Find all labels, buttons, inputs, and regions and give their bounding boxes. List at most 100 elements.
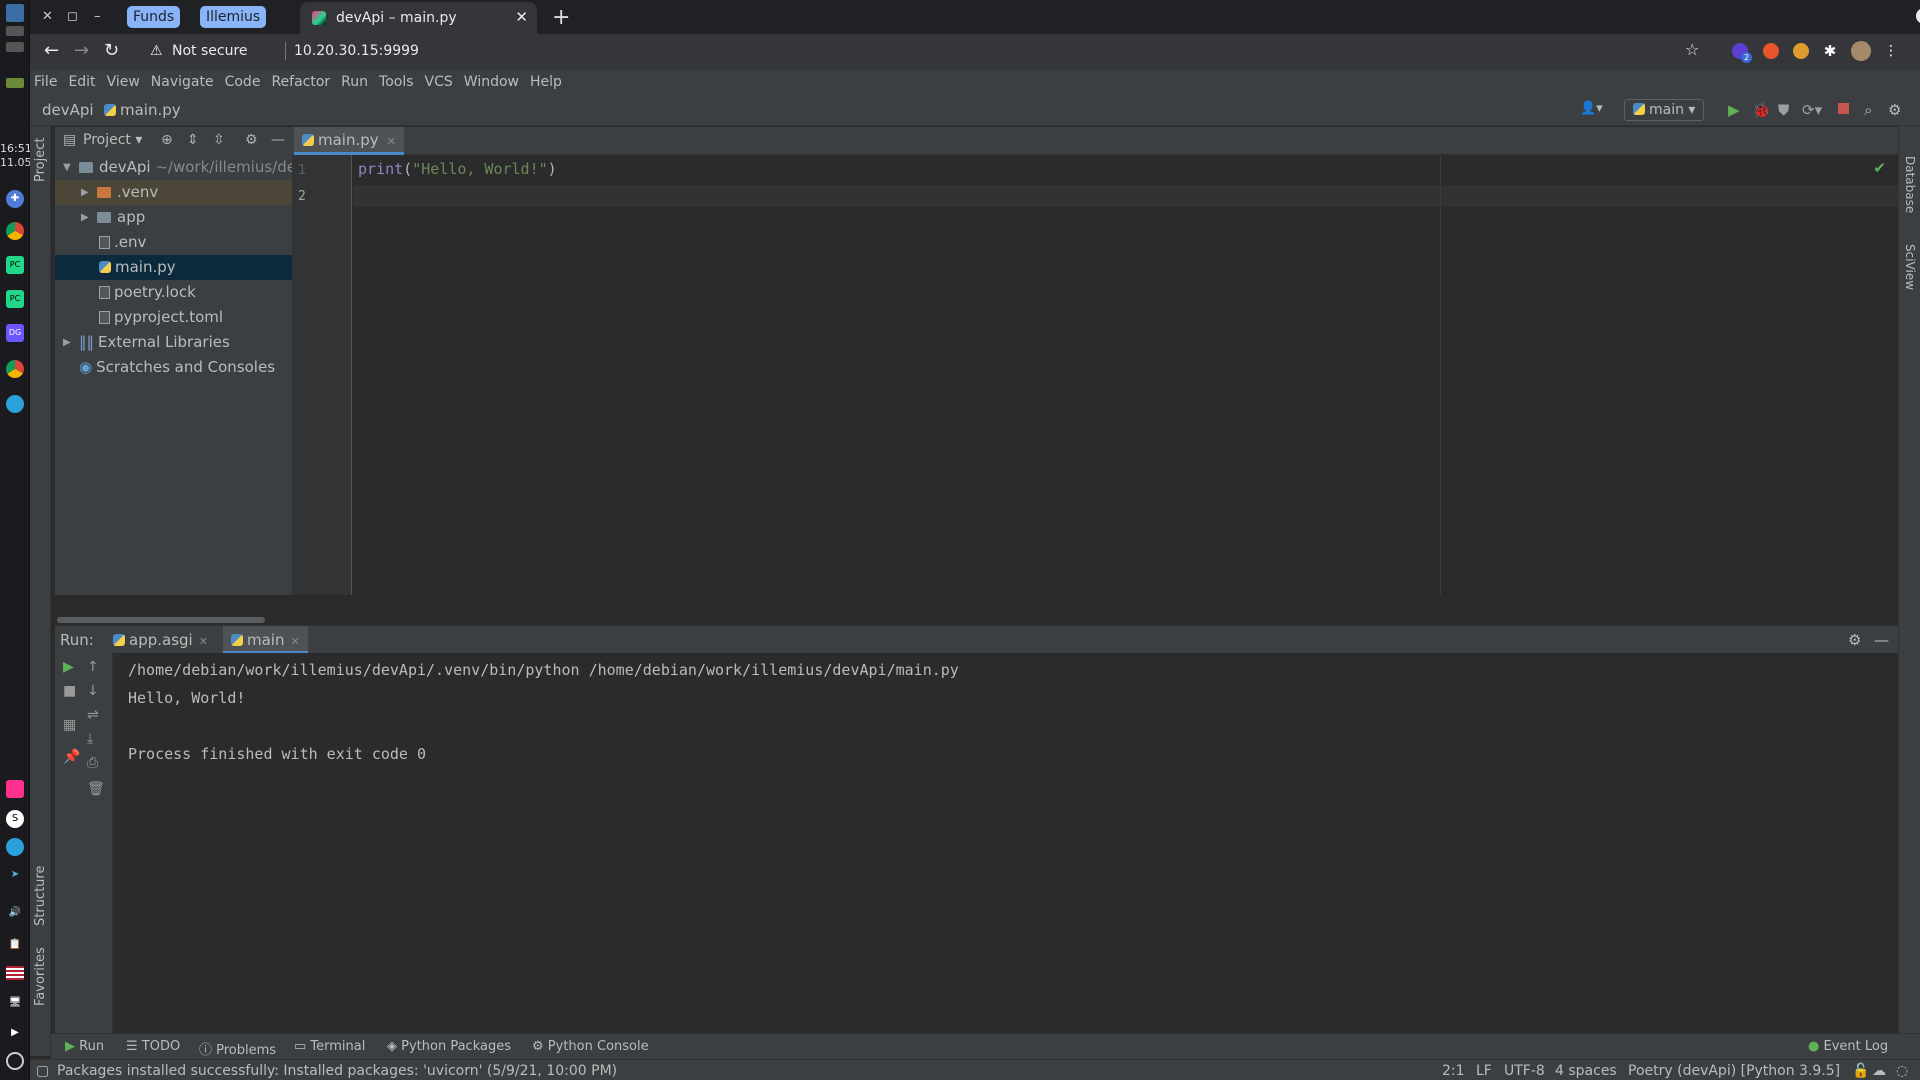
window-thumb-icon[interactable] bbox=[6, 78, 24, 88]
minimize-window-icon[interactable]: – bbox=[94, 9, 101, 24]
lock-icon[interactable]: 🔓 bbox=[1852, 1063, 1869, 1079]
chrome-icon[interactable] bbox=[6, 222, 24, 240]
collapsed-arrow-icon[interactable]: ▶ bbox=[63, 330, 71, 355]
coverage-icon[interactable]: ⛊ bbox=[1778, 101, 1789, 119]
profile-icon[interactable]: ⟳▾ bbox=[1802, 101, 1822, 119]
tool-run[interactable]: ▶ Run bbox=[65, 1039, 104, 1054]
maximize-window-icon[interactable]: ◻ bbox=[67, 9, 78, 24]
collapse-all-icon[interactable]: ⇳ bbox=[213, 132, 225, 148]
url-text[interactable]: 10.20.30.15:9999 bbox=[294, 43, 419, 59]
expand-icon[interactable]: ▶ bbox=[6, 1024, 24, 1042]
status-indent[interactable]: 4 spaces bbox=[1555, 1063, 1617, 1079]
telegram-icon[interactable] bbox=[6, 395, 24, 413]
window-thumb-icon[interactable] bbox=[6, 42, 24, 52]
run-console-output[interactable]: /home/debian/work/illemius/devApi/.venv/… bbox=[114, 653, 1898, 1033]
menu-file[interactable]: File bbox=[34, 74, 57, 90]
close-window-icon[interactable]: ✕ bbox=[42, 9, 53, 24]
tool-event-log[interactable]: ● Event Log bbox=[1808, 1039, 1888, 1054]
tool-python-packages[interactable]: ◈ Python Packages bbox=[387, 1039, 511, 1054]
editor-tab-main-py[interactable]: main.py ✕ bbox=[294, 127, 404, 155]
forward-icon[interactable]: → bbox=[74, 40, 89, 61]
collapsed-arrow-icon[interactable]: ▶ bbox=[81, 205, 89, 230]
notifications-icon[interactable]: ☁ bbox=[1872, 1063, 1886, 1079]
scroll-to-end-icon[interactable]: ⤓ bbox=[87, 731, 93, 747]
run-settings-icon[interactable]: ⚙ bbox=[1848, 631, 1861, 649]
status-message[interactable]: Packages installed successfully: Install… bbox=[57, 1063, 617, 1079]
menu-run[interactable]: Run bbox=[341, 74, 368, 90]
project-horizontal-scrollbar[interactable] bbox=[57, 617, 265, 623]
run-tab-main[interactable]: main ✕ bbox=[223, 626, 308, 654]
stop-icon[interactable]: ■ bbox=[63, 683, 76, 699]
tab-group-illemius[interactable]: Illemius bbox=[200, 6, 267, 28]
breadcrumb-file[interactable]: main.py bbox=[104, 101, 181, 119]
inspection-ok-icon[interactable]: ✔ bbox=[1873, 159, 1886, 177]
workspace-icon[interactable] bbox=[6, 4, 24, 22]
new-tab-button[interactable]: + bbox=[552, 5, 570, 30]
tool-terminal[interactable]: ▭ Terminal bbox=[294, 1039, 365, 1054]
close-tab-icon[interactable]: ✕ bbox=[290, 635, 299, 648]
tree-item-env[interactable]: .env bbox=[55, 230, 292, 255]
scroll-up-icon[interactable]: ↑ bbox=[87, 659, 99, 675]
clipboard-icon[interactable]: 📋 bbox=[6, 936, 24, 954]
tree-item-poetry-lock[interactable]: poetry.lock bbox=[55, 280, 292, 305]
run-icon[interactable]: ▶ bbox=[1728, 101, 1740, 119]
tab-search-icon[interactable]: ▼ bbox=[1916, 8, 1920, 24]
tool-todo[interactable]: ☰ TODO bbox=[126, 1039, 180, 1054]
clear-all-icon[interactable]: 🗑 bbox=[87, 781, 105, 797]
send-icon[interactable]: ➤ bbox=[6, 866, 24, 884]
layout-icon[interactable]: ▦ bbox=[63, 717, 76, 733]
browser-menu-icon[interactable]: ⋮ bbox=[1883, 43, 1899, 59]
hide-run-panel-icon[interactable]: — bbox=[1874, 631, 1889, 649]
tree-external-libraries[interactable]: ▶ ‖‖ External Libraries bbox=[55, 330, 292, 355]
expanded-arrow-icon[interactable]: ▼ bbox=[63, 155, 71, 180]
menu-refactor[interactable]: Refactor bbox=[271, 74, 330, 90]
tree-scratches[interactable]: ◉ Scratches and Consoles bbox=[55, 355, 292, 380]
bookmark-star-icon[interactable]: ☆ bbox=[1685, 40, 1699, 59]
tree-item-main-py[interactable]: main.py bbox=[55, 255, 292, 280]
database-tool-button[interactable]: Database bbox=[1903, 156, 1917, 213]
code-editor[interactable]: print("Hello, World!") ✔ bbox=[353, 155, 1898, 595]
datagrip-icon[interactable]: DG bbox=[6, 324, 24, 342]
menu-view[interactable]: View bbox=[107, 74, 140, 90]
tree-item-pyproject[interactable]: pyproject.toml bbox=[55, 305, 292, 330]
favorites-tool-button[interactable]: Favorites bbox=[33, 947, 48, 1006]
close-tab-icon[interactable]: ✕ bbox=[515, 8, 528, 26]
run-config-selector[interactable]: main ▾ bbox=[1624, 99, 1705, 121]
browser-tab-active[interactable]: devApi – main.py ✕ bbox=[300, 2, 537, 34]
memory-indicator-icon[interactable]: ◌ bbox=[1896, 1063, 1908, 1079]
pycharm-icon[interactable]: PC bbox=[6, 256, 24, 274]
skype-icon[interactable]: S bbox=[6, 810, 24, 828]
panel-settings-icon[interactable]: ⚙ bbox=[245, 132, 258, 148]
sciview-tool-button[interactable]: SciView bbox=[1903, 244, 1917, 290]
app-launcher-icon[interactable]: ✚ bbox=[6, 190, 24, 208]
menu-vcs[interactable]: VCS bbox=[425, 74, 453, 90]
rerun-icon[interactable]: ▶ bbox=[63, 659, 74, 675]
menu-code[interactable]: Code bbox=[225, 74, 261, 90]
language-flag-icon[interactable] bbox=[6, 966, 24, 980]
locate-file-icon[interactable]: ⊕ bbox=[161, 132, 173, 148]
power-icon[interactable] bbox=[6, 1052, 24, 1070]
profile-avatar[interactable] bbox=[1851, 41, 1871, 61]
soft-wrap-icon[interactable]: ⇌ bbox=[87, 707, 99, 723]
pin-tab-icon[interactable]: 📌 bbox=[63, 749, 80, 765]
status-interpreter[interactable]: Poetry (devApi) [Python 3.9.5] bbox=[1628, 1063, 1840, 1079]
stop-icon[interactable] bbox=[1838, 103, 1849, 114]
reload-icon[interactable]: ↻ bbox=[104, 40, 119, 61]
structure-tool-button[interactable]: Structure bbox=[33, 866, 48, 926]
slack-icon[interactable] bbox=[6, 838, 24, 856]
settings-gear-icon[interactable]: ⚙ bbox=[1888, 101, 1901, 119]
breadcrumb-project[interactable]: devApi bbox=[42, 101, 94, 119]
status-window-icon[interactable]: ▢ bbox=[36, 1063, 49, 1079]
status-line-separator[interactable]: LF bbox=[1476, 1063, 1492, 1079]
tree-root[interactable]: ▼ devApi ~/work/illemius/dev bbox=[55, 155, 292, 180]
code-line-1[interactable]: print("Hello, World!") bbox=[358, 160, 557, 178]
run-tab-app-asgi[interactable]: app.asgi ✕ bbox=[105, 626, 216, 654]
hide-panel-icon[interactable]: — bbox=[271, 132, 285, 148]
extensions-puzzle-icon[interactable]: ✱ bbox=[1822, 43, 1838, 59]
print-icon[interactable]: ⎙ bbox=[87, 755, 98, 771]
collapsed-arrow-icon[interactable]: ▶ bbox=[81, 180, 89, 205]
tree-item-app[interactable]: ▶ app bbox=[55, 205, 292, 230]
close-tab-icon[interactable]: ✕ bbox=[387, 135, 396, 148]
project-tool-button[interactable]: Project bbox=[33, 138, 48, 182]
chrome-icon[interactable] bbox=[6, 360, 24, 378]
